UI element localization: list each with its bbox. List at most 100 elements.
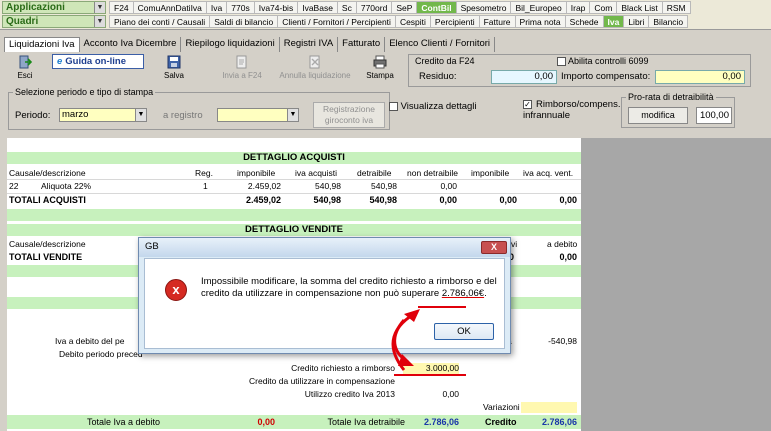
- annulla-liquidazione-button[interactable]: Annulla liquidazione: [276, 53, 354, 87]
- chevron-down-icon[interactable]: ▼: [94, 2, 105, 13]
- menu-item-spesometro[interactable]: Spesometro: [456, 1, 512, 14]
- variazioni-field[interactable]: [521, 402, 577, 413]
- error-icon: x: [165, 279, 187, 301]
- menu-item-comuanndatiiva[interactable]: ComuAnnDatiIva: [133, 1, 207, 14]
- table-row[interactable]: 22 Aliquota 22% 1 2.459,02 540,98 540,98…: [7, 181, 581, 192]
- menu-item-prima-nota[interactable]: Prima nota: [515, 15, 566, 28]
- tab-acconto-iva-dicembre[interactable]: Acconto Iva Dicembre: [80, 37, 182, 52]
- sheet-empty-area: [581, 138, 771, 431]
- printer-icon: [373, 55, 387, 69]
- menu-item-clienti-fornitori-percipienti[interactable]: Clienti / Fornitori / Percipienti: [278, 15, 396, 28]
- totali-riepilogo-row: Totale Iva a debito 0,00 Totale Iva detr…: [7, 415, 581, 429]
- registro-label: a registro: [163, 110, 203, 121]
- menu-item-iva[interactable]: Iva: [603, 15, 625, 28]
- salva-label: Salva: [163, 71, 184, 80]
- utilizzo-credito-row: Utilizzo credito Iva 2013 0,00: [7, 389, 581, 400]
- totali-acquisti-label: TOTALI ACQUISTI: [9, 195, 86, 205]
- menu-item-contbil[interactable]: ContBil: [417, 1, 457, 14]
- menu-item-bilancio[interactable]: Bilancio: [649, 15, 689, 28]
- menu-item-cespiti[interactable]: Cespiti: [395, 15, 431, 28]
- credito-compensazione-label: Credito da utilizzare in compensazione: [249, 376, 395, 386]
- rimborso-checkbox[interactable]: ✓ Rimborso/compens. infrannuale: [523, 99, 623, 121]
- tab-registri-iva[interactable]: Registri IVA: [280, 37, 339, 52]
- tab-liquidazioni-iva[interactable]: Liquidazioni Iva: [4, 37, 80, 52]
- abilita-controlli-checkbox[interactable]: Abilita controlli 6099: [557, 56, 649, 67]
- menu-item-iva[interactable]: Iva: [206, 1, 228, 14]
- close-icon[interactable]: X: [481, 241, 507, 254]
- credito-richiesto-field[interactable]: 3.000,00: [403, 363, 459, 374]
- menu-item-schede[interactable]: Schede: [565, 15, 604, 28]
- menu-item-sc[interactable]: Sc: [337, 1, 357, 14]
- residuo-field[interactable]: 0,00: [491, 70, 557, 84]
- rimborso-label: Rimborso/compens. infrannuale: [523, 99, 621, 121]
- menu-item-f24[interactable]: F24: [109, 1, 134, 14]
- tab-riepilogo-liquidazioni[interactable]: Riepilogo liquidazioni: [181, 37, 280, 52]
- tab-bar: Liquidazioni Iva Acconto Iva Dicembre Riep…: [4, 37, 496, 52]
- quadri-combo[interactable]: Quadri ▼: [2, 15, 106, 28]
- selezione-title: Selezione periodo e tipo di stampa: [13, 87, 156, 97]
- totale-detraibile-label: Totale Iva detraibile: [327, 417, 405, 427]
- prorata-group: Pro-rata di detraibilità modifica 100,00: [621, 92, 735, 128]
- totali-acquisti-row: TOTALI ACQUISTI 2.459,02 540,98 540,98 0…: [7, 195, 581, 206]
- col-non-detraibile: non detraibile: [407, 168, 459, 178]
- menu-item-piano-dei-conti-causali[interactable]: Piano dei conti / Causali: [109, 15, 211, 28]
- menu-item-com[interactable]: Com: [590, 1, 618, 14]
- stampa-label: Stampa: [366, 71, 394, 80]
- modifica-button[interactable]: modifica: [628, 107, 688, 124]
- salva-button[interactable]: Salva: [154, 53, 194, 87]
- chevron-down-icon[interactable]: ▼: [135, 109, 146, 121]
- periodo-select[interactable]: marzo ▼: [59, 108, 147, 122]
- menu-item-bil-europeo[interactable]: Bil_Europeo: [511, 1, 567, 14]
- totale-iva-vent: 0,00: [559, 195, 577, 205]
- dialog-titlebar[interactable]: GB X: [139, 238, 510, 257]
- dettaglio-vendite-header: DETTAGLIO VENDITE: [7, 224, 581, 236]
- col-vendite-partial: vi: [511, 239, 518, 249]
- menu-item-libri[interactable]: Libri: [624, 15, 650, 28]
- menu-item-fatture[interactable]: Fatture: [479, 15, 516, 28]
- esci-button[interactable]: Esci: [8, 53, 42, 87]
- prorata-field[interactable]: 100,00: [696, 107, 732, 124]
- menu-item-black-list[interactable]: Black List: [617, 1, 663, 14]
- checkbox-box[interactable]: [389, 101, 398, 111]
- col-detraibile: detraibile: [357, 168, 392, 178]
- cancel-document-icon: [309, 55, 320, 69]
- invia-f24-button[interactable]: Invia a F24: [214, 53, 270, 87]
- menu-item-ivabase[interactable]: IvaBase: [298, 1, 338, 14]
- prorata-title: Pro-rata di detraibilità: [626, 92, 716, 102]
- ok-button[interactable]: OK: [434, 323, 494, 340]
- tab-elenco-clienti-fornitori[interactable]: Elenco Clienti / Fornitori: [385, 37, 496, 52]
- menu-item-sep[interactable]: SeP: [392, 1, 418, 14]
- visualizza-dettagli-checkbox[interactable]: Visualizza dettagli: [389, 101, 477, 112]
- utilizzo-credito-value: 0,00: [442, 389, 459, 399]
- guida-online-button[interactable]: e Guida on-line: [52, 54, 144, 69]
- checkbox-box[interactable]: [557, 57, 566, 67]
- annulla-label: Annulla liquidazione: [279, 71, 351, 80]
- checkbox-checked-icon[interactable]: ✓: [523, 100, 532, 109]
- tab-fatturato[interactable]: Fatturato: [338, 37, 386, 52]
- chevron-down-icon[interactable]: ▼: [287, 109, 298, 121]
- chevron-down-icon[interactable]: ▼: [94, 16, 105, 27]
- menu-item-770ord[interactable]: 770ord: [356, 1, 393, 14]
- residuo-label: Residuo:: [419, 71, 457, 82]
- stampa-button[interactable]: Stampa: [362, 53, 398, 87]
- menu-row-quadri: Piano dei conti / Causali Saldi di bilanc…: [109, 15, 689, 29]
- iva-debito-value: -540,98: [548, 336, 577, 346]
- variazioni-label: Variazioni: [483, 402, 520, 412]
- menu-item-percipienti[interactable]: Percipienti: [430, 15, 480, 28]
- totale-imponibile: 2.459,02: [245, 195, 281, 205]
- applicazioni-combo[interactable]: Applicazioni ▼: [2, 1, 106, 14]
- abilita-controlli-label: Abilita controlli 6099: [568, 56, 649, 66]
- registrazione-giroconto-button[interactable]: Registrazione giroconto iva: [313, 102, 385, 128]
- menu-item-saldi-di-bilancio[interactable]: Saldi di bilancio: [210, 15, 279, 28]
- menu-item-rsm[interactable]: RSM: [662, 1, 691, 14]
- menu-item-irap[interactable]: Irap: [566, 1, 591, 14]
- app-menu-bar: Applicazioni ▼ Quadri ▼ F24 ComuAnnDatiIv…: [0, 0, 771, 30]
- cell-imponibile: 2.459,02: [247, 181, 281, 191]
- importo-compensato-field[interactable]: 0,00: [655, 70, 745, 84]
- registro-select[interactable]: ▼: [217, 108, 299, 122]
- menu-item-770s[interactable]: 770s: [227, 1, 255, 14]
- dettaglio-acquisti-header: DETTAGLIO ACQUISTI: [7, 152, 581, 164]
- cell-non-detraibile: 0,00: [440, 181, 457, 191]
- periodo-label: Periodo:: [15, 110, 51, 121]
- menu-item-iva74-bis[interactable]: Iva74-bis: [254, 1, 299, 14]
